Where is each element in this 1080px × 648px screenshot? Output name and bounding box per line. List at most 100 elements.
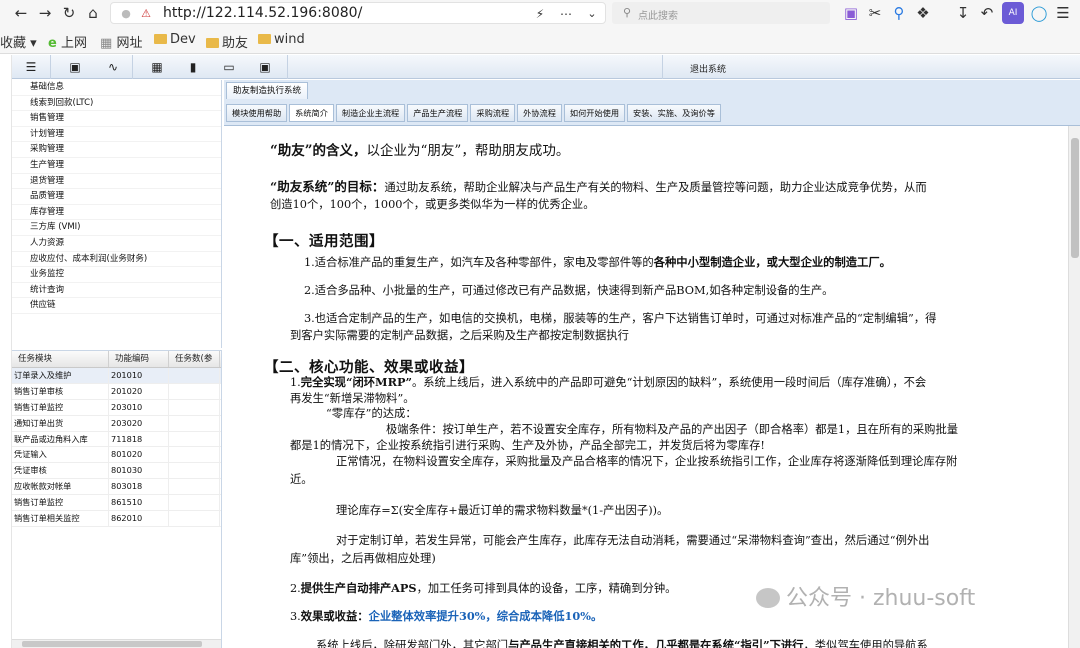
tab-system-intro[interactable]: 系统简介: [289, 104, 334, 122]
tab-bar: 模块使用帮助 系统简介 制造企业主流程 产品生产流程 采购流程 外协流程 如何开…: [224, 104, 1080, 122]
undo-icon[interactable]: ↶: [976, 2, 998, 24]
bookmark-shangwang[interactable]: e 上网: [48, 32, 87, 51]
insecure-icon: ⚠: [141, 7, 151, 20]
tab-production-process[interactable]: 产品生产流程: [407, 104, 469, 122]
tree-item[interactable]: 计划管理: [12, 127, 221, 143]
security-icon: ●: [121, 7, 131, 20]
forward-icon[interactable]: →: [34, 2, 56, 24]
custom-order-note-cont: 库”领出，之后再做相应处理): [290, 552, 436, 565]
chevron-down-icon[interactable]: ⌄: [581, 3, 603, 25]
tree-item[interactable]: 生产管理: [12, 158, 221, 174]
meaning-line: “助友”的含义，以企业为“朋友”，帮助朋友成功。: [270, 143, 570, 159]
rss-icon[interactable]: ∿: [104, 58, 122, 76]
tree-item[interactable]: 应收应付、成本利润(业务财务): [12, 252, 221, 268]
zoom-icon[interactable]: ⚲: [888, 2, 910, 24]
back-icon[interactable]: ←: [10, 2, 32, 24]
scrollbar-thumb[interactable]: [1071, 138, 1079, 258]
scope-item-1: 1.适合标准产品的重复生产，如汽车及各种零部件，家电及零部件等的各种中小型制造企…: [304, 255, 891, 269]
table-row[interactable]: 联产品或边角料入库 711818: [12, 431, 221, 448]
inbox-icon[interactable]: ▭: [220, 58, 238, 76]
horizontal-scrollbar[interactable]: [12, 639, 221, 648]
table-row[interactable]: 订单录入及维护 201010: [12, 368, 221, 384]
app-toolbar: ☰ ▣ ∿ ▦ ▮ ▭ ▣ 退出系统: [12, 55, 1080, 79]
extreme-condition: 极端条件：按订单生产，若不设置安全库存，所有物料及产品的产出因子（即合格率）都是…: [386, 423, 959, 436]
tree-item[interactable]: 退货管理: [12, 174, 221, 190]
scope-item-2: 2.适合多品种、小批量的生产，可通过修改已有产品数据，快速得到新产品BOM,如各…: [304, 284, 834, 297]
tree-item[interactable]: 统计查询: [12, 283, 221, 299]
column-header[interactable]: 功能编码: [109, 351, 169, 367]
home-icon[interactable]: ⌂: [82, 2, 104, 24]
wechat-icon: [756, 588, 780, 608]
tree-item[interactable]: 采购管理: [12, 142, 221, 158]
tab-install-pricing[interactable]: 安装、实施、及询价等: [627, 104, 721, 122]
tab-outsourcing-process[interactable]: 外协流程: [517, 104, 562, 122]
vertical-scrollbar[interactable]: [1068, 126, 1080, 648]
tree-item[interactable]: 三方库 (VMI): [12, 220, 221, 236]
tree-item[interactable]: 线索到回款(LTC): [12, 96, 221, 112]
lightning-icon[interactable]: ⚡: [529, 3, 551, 25]
refresh-icon[interactable]: ↻: [58, 2, 80, 24]
tab-purchase-process[interactable]: 采购流程: [470, 104, 516, 122]
search-icon: ⚲: [622, 6, 632, 19]
download-icon[interactable]: ↧: [952, 2, 974, 24]
logout-button[interactable]: 退出系统: [690, 62, 726, 75]
tree-item[interactable]: 销售管理: [12, 111, 221, 127]
tree-item[interactable]: 品质管理: [12, 189, 221, 205]
main-panel: 助友制造执行系统 模块使用帮助 系统简介 制造企业主流程 产品生产流程 采购流程…: [224, 80, 1080, 648]
table-row[interactable]: 销售订单相关监控 862010: [12, 511, 221, 527]
scope-item-3: 3.也适合定制产品的生产，如电信的交换机，电梯，服装等的生产，客户下达销售订单时…: [304, 312, 937, 325]
core-item-2: 2.提供生产自动排产APS，加工任务可排到具体的设备，工序，精确到分钟。: [290, 581, 677, 595]
scrollbar-thumb[interactable]: [22, 641, 202, 647]
tab-main-system[interactable]: 助友制造执行系统: [226, 82, 309, 99]
tree-item[interactable]: 供应链: [12, 298, 221, 314]
calendar-icon[interactable]: ▦: [148, 58, 166, 76]
tab-module-help[interactable]: 模块使用帮助: [226, 104, 288, 122]
scope-item-3-cont: 到客户实际需要的定制产品数据，之后采购及生产都按定制数据执行: [290, 329, 629, 342]
table-row[interactable]: 应收帐款对帐单 803018: [12, 479, 221, 496]
search-placeholder: 点此搜索: [638, 11, 678, 22]
core-item-1: 1.完全实现“闭环MRP”。系统上线后，进入系统中的产品即可避免“计划原因的缺料…: [290, 375, 927, 389]
browser-logo-icon[interactable]: ◯: [1028, 2, 1050, 24]
table-row[interactable]: 销售订单审核 201020: [12, 383, 221, 400]
scissors-icon[interactable]: ✂: [864, 2, 886, 24]
search-input[interactable]: ⚲ 点此搜索: [612, 2, 830, 24]
briefcase-icon[interactable]: ▣: [66, 58, 84, 76]
tree-item[interactable]: 业务监控: [12, 267, 221, 283]
column-header[interactable]: 任务数(参: [169, 351, 220, 367]
menu-icon[interactable]: ☰: [1052, 2, 1074, 24]
tree-item[interactable]: 人力资源: [12, 236, 221, 252]
menu-toggle-icon[interactable]: ☰: [22, 58, 40, 76]
tab-main-process[interactable]: 制造企业主流程: [335, 104, 406, 122]
tree-item[interactable]: 基础信息: [12, 80, 221, 96]
bookmark-wangzhi[interactable]: ▦ 网址: [100, 32, 142, 51]
table-row[interactable]: 销售订单监控 861510: [12, 495, 221, 512]
section-heading: 【一、适用范围】: [264, 233, 384, 250]
bookmark-zhuyou[interactable]: 助友: [206, 32, 248, 51]
goal-line-2: 创造10个，100个，1000个，或更多类似华为一样的优秀企业。: [270, 198, 595, 211]
browser-chrome: ← → ↻ ⌂ ● ⚠ http://122.114.52.196:8080/ …: [0, 0, 1080, 54]
address-bar[interactable]: ● ⚠ http://122.114.52.196:8080/ ⚡ ⋯ ⌄: [110, 2, 606, 24]
puzzle-icon[interactable]: ❖: [912, 2, 934, 24]
more-icon[interactable]: ⋯: [555, 3, 577, 25]
bookmark-icon[interactable]: ▮: [184, 58, 202, 76]
goal-line: “助友系统”的目标：通过助友系统，帮助企业解决与产品生产有关的物料、生产及质量管…: [270, 179, 927, 194]
extension-icon[interactable]: ▣: [840, 2, 862, 24]
table-row[interactable]: 通知订单出货 203020: [12, 415, 221, 432]
custom-order-note: 对于定制订单，若发生异常，可能会产生库存，此库存无法自动消耗，需要通过“呆滞物料…: [336, 534, 930, 547]
ai-icon[interactable]: AI: [1002, 2, 1024, 24]
tree-item[interactable]: 库存管理: [12, 205, 221, 221]
intro-document: “助友”的含义，以企业为“朋友”，帮助朋友成功。 “助友系统”的目标：通过助友系…: [224, 125, 1080, 648]
column-header[interactable]: 任务模块: [12, 351, 109, 367]
image-icon[interactable]: ▣: [256, 58, 274, 76]
grid-header: 任务模块 功能编码 任务数(参: [12, 351, 221, 368]
tab-getting-started[interactable]: 如何开始使用: [563, 104, 626, 122]
bookmark-favorites[interactable]: 收藏 ▾: [0, 32, 37, 51]
url-text: http://122.114.52.196:8080/: [163, 5, 363, 21]
formula: 理论库存=Σ(安全库存+最近订单的需求物料数量*(1-产出因子))。: [336, 504, 669, 517]
bookmark-wind[interactable]: wind: [258, 32, 305, 47]
folder-icon: [258, 34, 271, 44]
table-row[interactable]: 凭证审核 801030: [12, 463, 221, 480]
table-row[interactable]: 销售订单监控 203010: [12, 399, 221, 416]
bookmark-dev[interactable]: Dev: [154, 32, 196, 47]
table-row[interactable]: 凭证输入 801020: [12, 447, 221, 464]
